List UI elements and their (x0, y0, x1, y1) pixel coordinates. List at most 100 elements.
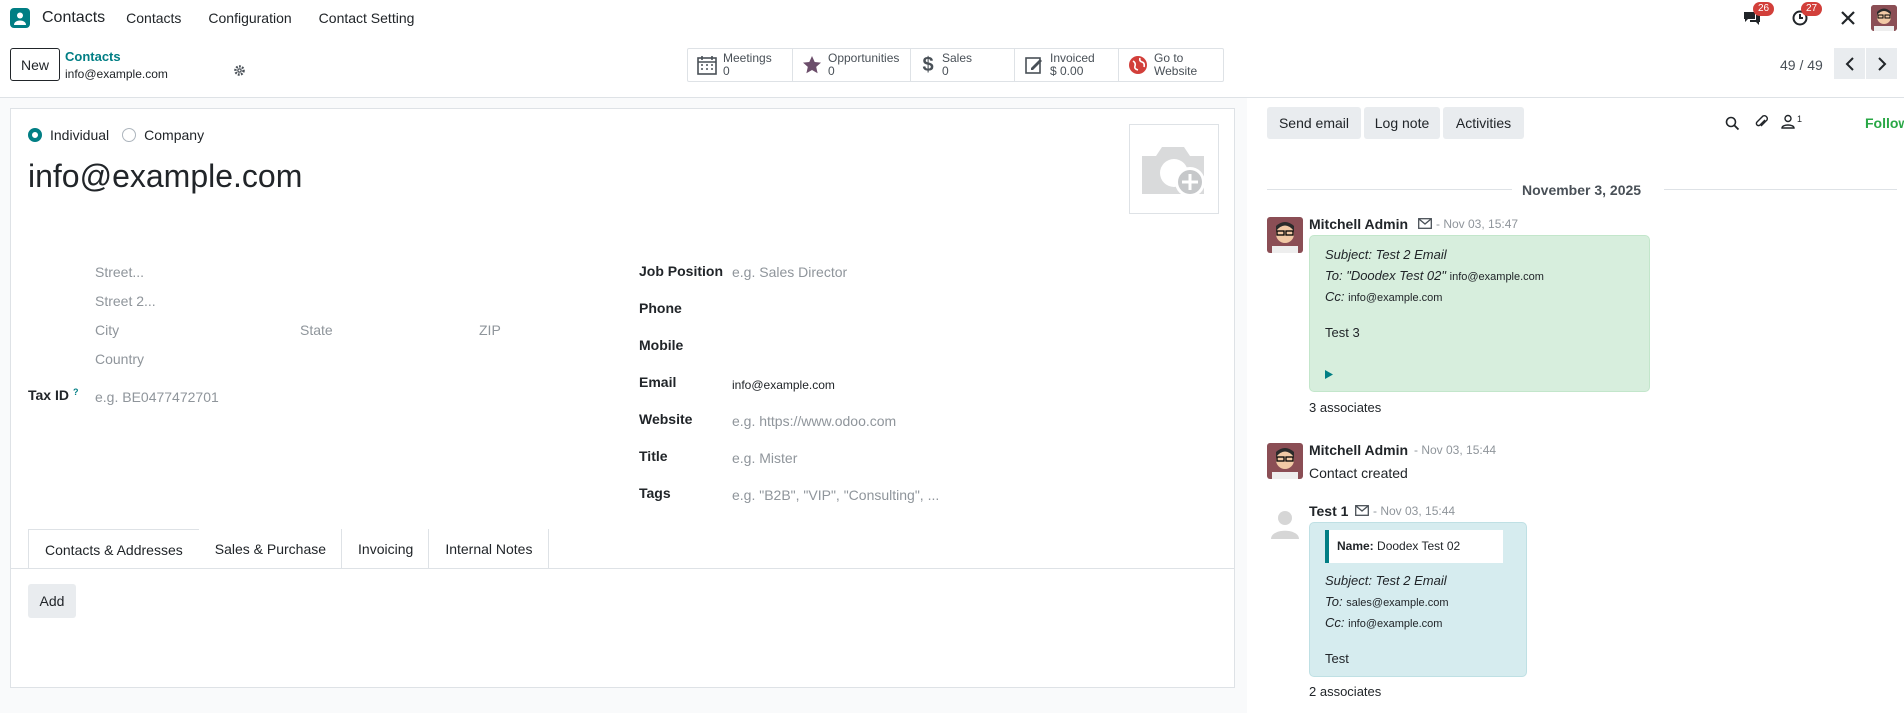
activities-clock-icon[interactable]: 27 (1789, 2, 1823, 29)
invoice-icon (1025, 57, 1042, 74)
breadcrumb-parent[interactable]: Contacts (65, 49, 121, 64)
message-author[interactable]: Mitchell Admin (1309, 442, 1408, 458)
pager-value[interactable]: 49 / 49 (1780, 57, 1823, 73)
log-note-button[interactable]: Log note (1364, 107, 1440, 139)
debug-tools-icon[interactable] (1837, 7, 1859, 29)
date-line-left (1267, 189, 1512, 190)
followers-button[interactable]: 1 (1781, 114, 1802, 129)
following-status[interactable]: Following (1865, 115, 1904, 131)
title-input[interactable]: e.g. Mister (732, 450, 797, 466)
message-to-value[interactable]: info@example.com (1450, 271, 1544, 283)
message-subject: Subject: Test 2 Email (1325, 247, 1447, 262)
message-cc-label: Cc: (1325, 289, 1345, 304)
title-label: Title (639, 448, 668, 464)
chevron-left-icon (1845, 56, 1854, 71)
website-label: Go to (1154, 51, 1184, 65)
sales-value: 0 (942, 64, 949, 78)
smart-buttons: Meetings 0 Opportunities 0 $ Sales 0 Invoic… (687, 48, 1224, 82)
street2-input[interactable]: Street 2... (95, 293, 156, 309)
contact-name-field[interactable]: info@example.com (28, 158, 302, 195)
top-navbar: Contacts Contacts Configuration Contact … (0, 0, 1904, 36)
camera-plus-icon (1142, 147, 1205, 197)
message-cc-value[interactable]: info@example.com (1348, 292, 1442, 304)
dollar-icon: $ (922, 53, 934, 76)
tracking-value-box: Name: Doodex Test 02 (1325, 530, 1503, 563)
photo-upload[interactable] (1129, 124, 1219, 214)
email-input[interactable]: info@example.com (732, 378, 835, 392)
systray: 26 27 (1741, 0, 1904, 36)
message-to-label: To: (1325, 594, 1343, 609)
activities-badge: 27 (1801, 2, 1823, 16)
send-email-button[interactable]: Send email (1267, 107, 1361, 139)
individual-label[interactable]: Individual (50, 127, 109, 143)
street-input[interactable]: Street... (95, 264, 144, 280)
job-position-input[interactable]: e.g. Sales Director (732, 264, 847, 280)
followers-count: 1 (1797, 114, 1803, 124)
expand-triangle-icon[interactable] (1325, 367, 1333, 382)
tracking-name-label: Name: (1337, 539, 1374, 553)
message-associates[interactable]: 2 associates (1309, 684, 1381, 699)
envelope-icon (1418, 217, 1432, 232)
menu-configuration[interactable]: Configuration (208, 10, 291, 26)
individual-radio[interactable] (28, 128, 42, 142)
tax-id-help-icon[interactable]: ? (73, 387, 79, 397)
phone-label: Phone (639, 300, 682, 316)
pager-next-button[interactable] (1866, 48, 1897, 79)
message-avatar (1267, 443, 1303, 479)
sales-label: Sales (942, 51, 973, 65)
tab-sales-purchase[interactable]: Sales & Purchase (198, 529, 343, 569)
tab-contacts-addresses[interactable]: Contacts & Addresses (28, 529, 200, 569)
message-to-label: To: "Doodex Test 02" (1325, 268, 1447, 283)
message-time: - Nov 03, 15:44 (1414, 443, 1497, 457)
app-name[interactable]: Contacts (42, 9, 105, 27)
go-to-website-button[interactable]: Go to Website (1119, 49, 1223, 81)
meetings-value: 0 (723, 64, 730, 78)
country-input[interactable]: Country (95, 351, 144, 367)
user-avatar[interactable] (1871, 5, 1897, 31)
company-label[interactable]: Company (144, 127, 204, 143)
message-body: Test 3 (1325, 325, 1360, 340)
menu-contact-setting[interactable]: Contact Setting (319, 10, 415, 26)
tab-internal-notes[interactable]: Internal Notes (428, 529, 550, 569)
tags-input[interactable]: e.g. "B2B", "VIP", "Consulting", ... (732, 487, 939, 503)
search-icon[interactable] (1725, 116, 1740, 134)
tax-id-input[interactable]: e.g. BE0477472701 (95, 389, 219, 405)
calendar-icon (697, 56, 717, 75)
paperclip-icon[interactable] (1754, 114, 1769, 133)
invoiced-button[interactable]: Invoiced $ 0.00 (1015, 49, 1119, 81)
message-time: - Nov 03, 15:44 (1373, 504, 1456, 518)
menu-contacts[interactable]: Contacts (126, 10, 181, 26)
date-label: November 3, 2025 (1522, 182, 1642, 198)
message-to-value[interactable]: sales@example.com (1346, 597, 1448, 609)
messages-icon[interactable]: 26 (1741, 2, 1775, 29)
message-cc-value[interactable]: info@example.com (1348, 618, 1442, 630)
website-input[interactable]: e.g. https://www.odoo.com (732, 413, 896, 429)
tracking-name-value: Doodex Test 02 (1377, 539, 1461, 553)
contacts-app-icon[interactable] (10, 8, 30, 28)
activities-button[interactable]: Activities (1443, 107, 1524, 139)
user-icon (1781, 114, 1795, 129)
message-cc-label: Cc: (1325, 615, 1345, 630)
message-author[interactable]: Mitchell Admin (1309, 216, 1408, 232)
company-radio[interactable] (122, 128, 137, 142)
message-author[interactable]: Test 1 (1309, 503, 1348, 519)
notebook-tabs: Contacts & Addresses Sales & Purchase In… (28, 529, 550, 569)
meetings-button[interactable]: Meetings 0 (688, 49, 793, 81)
message-associates[interactable]: 3 associates (1309, 400, 1381, 415)
pager-previous-button[interactable] (1834, 48, 1865, 79)
opportunities-button[interactable]: Opportunities 0 (793, 49, 911, 81)
city-input[interactable]: City (95, 322, 119, 338)
website-value: Website (1154, 64, 1198, 78)
tab-invoicing[interactable]: Invoicing (341, 529, 430, 569)
message-avatar-default (1267, 505, 1303, 541)
zip-input[interactable]: ZIP (479, 322, 501, 338)
email-label: Email (639, 374, 677, 390)
add-contact-button[interactable]: Add (28, 584, 76, 618)
new-button[interactable]: New (10, 48, 60, 81)
message-subject: Subject: Test 2 Email (1325, 573, 1447, 588)
message-time: - Nov 03, 15:47 (1436, 217, 1519, 231)
job-position-label: Job Position (639, 263, 723, 279)
state-input[interactable]: State (300, 322, 333, 338)
gear-icon[interactable] (233, 64, 246, 80)
sales-button[interactable]: $ Sales 0 (911, 49, 1015, 81)
